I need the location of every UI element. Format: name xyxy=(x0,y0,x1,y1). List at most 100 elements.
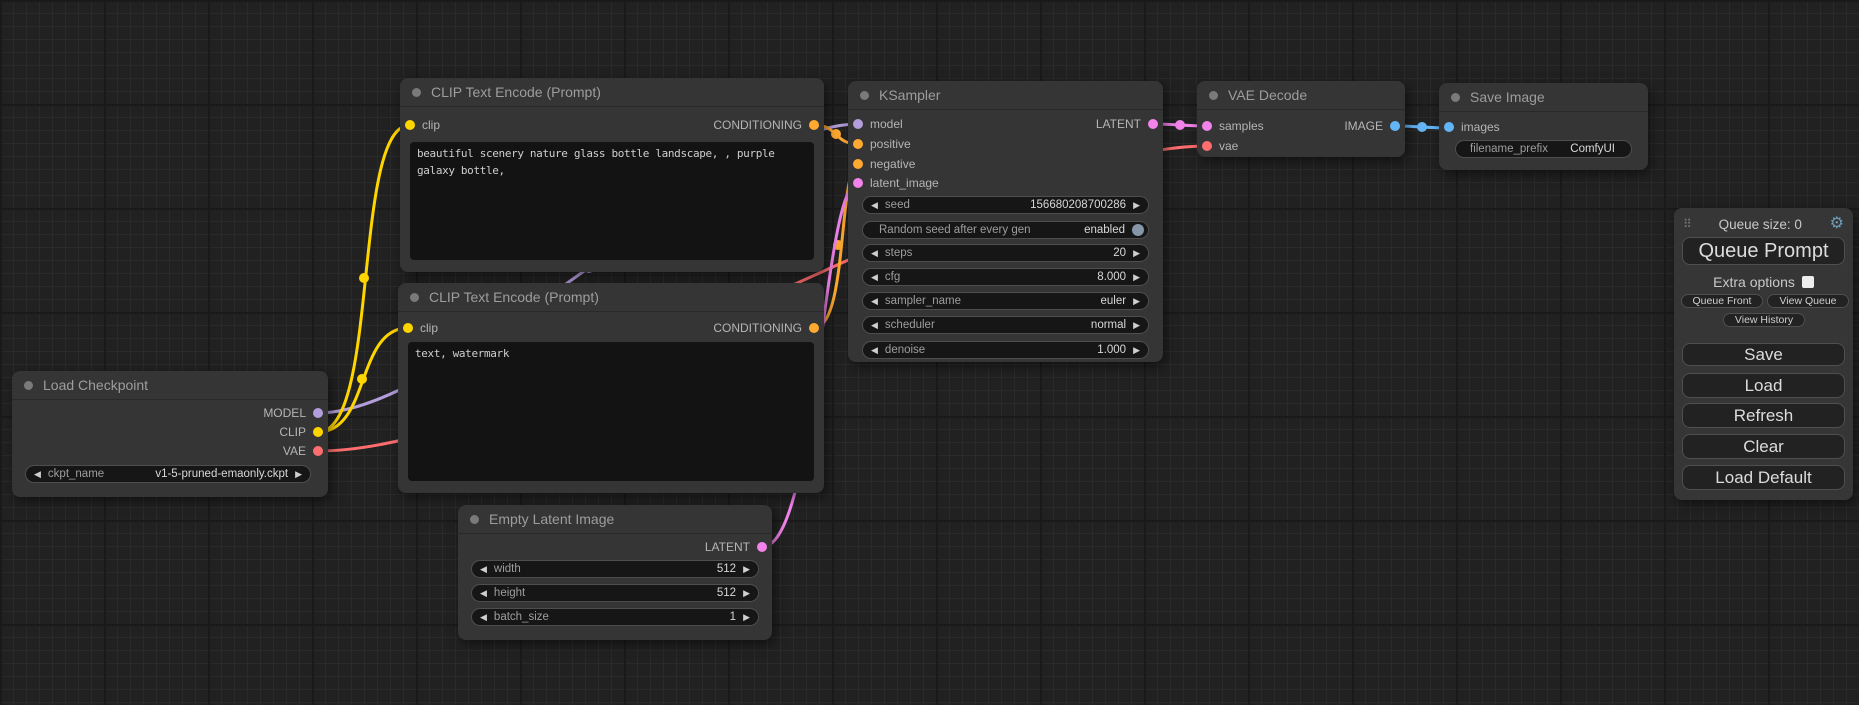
ckpt-name-widget[interactable]: ckpt_name v1-5-pruned-emaonly.ckpt xyxy=(25,465,311,483)
load-default-button[interactable]: Load Default xyxy=(1682,465,1845,490)
positive-prompt-textarea[interactable]: beautiful scenery nature glass bottle la… xyxy=(410,142,814,260)
node-title-bar[interactable]: KSampler xyxy=(848,81,1163,110)
output-vae: VAE xyxy=(283,442,323,460)
save-button[interactable]: Save xyxy=(1682,343,1845,366)
clear-button[interactable]: Clear xyxy=(1682,434,1845,459)
widget-label: Random seed after every gen xyxy=(879,224,1031,236)
node-title-bar[interactable]: Empty Latent Image xyxy=(458,505,772,534)
height-widget[interactable]: height 512 xyxy=(471,584,759,602)
widget-label: filename_prefix xyxy=(1470,143,1548,155)
input-clip: clip xyxy=(403,319,438,337)
latent-port-icon[interactable] xyxy=(757,542,767,552)
seed-widget[interactable]: seed 156680208700286 xyxy=(862,196,1149,214)
view-queue-button[interactable]: View Queue xyxy=(1767,294,1849,308)
clip-port-icon[interactable] xyxy=(403,323,413,333)
random-seed-widget[interactable]: Random seed after every gen enabled xyxy=(862,221,1149,239)
queue-prompt-button[interactable]: Queue Prompt xyxy=(1682,237,1845,265)
negative-prompt-textarea[interactable]: text, watermark xyxy=(408,342,814,481)
decrement-arrow-icon[interactable] xyxy=(871,346,878,355)
vae-port-icon[interactable] xyxy=(313,446,323,456)
node-save-image[interactable]: Save Image images filename_prefix ComfyU… xyxy=(1439,83,1648,170)
width-widget[interactable]: width 512 xyxy=(471,560,759,578)
node-load-checkpoint[interactable]: Load Checkpoint MODEL CLIP VAE ckpt_name… xyxy=(12,371,328,497)
decrement-arrow-icon[interactable] xyxy=(871,321,878,330)
output-clip: CLIP xyxy=(279,423,323,441)
port-label: MODEL xyxy=(263,406,306,420)
vae-port-icon[interactable] xyxy=(1202,141,1212,151)
extra-options-checkbox[interactable] xyxy=(1802,276,1814,288)
extra-options-label: Extra options xyxy=(1713,274,1795,290)
image-port-icon[interactable] xyxy=(1390,121,1400,131)
queue-front-button[interactable]: Queue Front xyxy=(1681,294,1763,308)
steps-widget[interactable]: steps 20 xyxy=(862,244,1149,262)
port-label: vae xyxy=(1219,139,1238,153)
node-title: VAE Decode xyxy=(1228,87,1307,103)
decrement-arrow-icon[interactable] xyxy=(480,565,487,574)
denoise-widget[interactable]: denoise 1.000 xyxy=(862,341,1149,359)
batch-size-widget[interactable]: batch_size 1 xyxy=(471,608,759,626)
node-title-bar[interactable]: CLIP Text Encode (Prompt) xyxy=(400,78,824,107)
clip-port-icon[interactable] xyxy=(405,120,415,130)
latent-port-icon[interactable] xyxy=(1202,121,1212,131)
wire-dot-clip-to-positive xyxy=(359,273,369,283)
node-vae-decode[interactable]: VAE Decode samples vae IMAGE xyxy=(1197,81,1405,157)
conditioning-port-icon[interactable] xyxy=(809,120,819,130)
wire-dot-positive-conditioning xyxy=(831,129,841,139)
increment-arrow-icon[interactable] xyxy=(1133,201,1140,210)
conditioning-port-icon[interactable] xyxy=(809,323,819,333)
decrement-arrow-icon[interactable] xyxy=(871,201,878,210)
image-port-icon[interactable] xyxy=(1444,122,1454,132)
node-title-bar[interactable]: CLIP Text Encode (Prompt) xyxy=(398,283,824,312)
increment-arrow-icon[interactable] xyxy=(743,589,750,598)
node-title: Empty Latent Image xyxy=(489,511,614,527)
latent-port-icon[interactable] xyxy=(1148,119,1158,129)
decrement-arrow-icon[interactable] xyxy=(871,297,878,306)
node-title-bar[interactable]: Load Checkpoint xyxy=(12,371,328,400)
cfg-widget[interactable]: cfg 8.000 xyxy=(862,268,1149,286)
node-title-bar[interactable]: VAE Decode xyxy=(1197,81,1405,110)
port-label: latent_image xyxy=(870,176,939,190)
decrement-arrow-icon[interactable] xyxy=(480,589,487,598)
increment-arrow-icon[interactable] xyxy=(1133,297,1140,306)
filename-prefix-widget[interactable]: filename_prefix ComfyUI xyxy=(1455,140,1632,158)
increment-arrow-icon[interactable] xyxy=(1133,273,1140,282)
widget-value: enabled xyxy=(1084,224,1125,236)
drag-handle-icon[interactable]: ⠿ xyxy=(1683,217,1691,231)
increment-arrow-icon[interactable] xyxy=(1133,346,1140,355)
clip-port-icon[interactable] xyxy=(313,427,323,437)
toggle-icon[interactable] xyxy=(1132,224,1144,236)
increment-arrow-icon[interactable] xyxy=(1133,321,1140,330)
widget-label: batch_size xyxy=(494,611,549,623)
model-port-icon[interactable] xyxy=(853,119,863,129)
sampler-name-widget[interactable]: sampler_name euler xyxy=(862,292,1149,310)
node-status-dot-icon xyxy=(24,381,33,390)
increment-arrow-icon[interactable] xyxy=(743,565,750,574)
load-button[interactable]: Load xyxy=(1682,373,1845,398)
view-history-button[interactable]: View History xyxy=(1723,313,1805,327)
node-title-bar[interactable]: Save Image xyxy=(1439,83,1648,112)
node-ksampler[interactable]: KSampler model positive negative latent_… xyxy=(848,81,1163,362)
decrement-arrow-icon[interactable] xyxy=(480,613,487,622)
decrement-arrow-icon[interactable] xyxy=(34,470,41,479)
graph-canvas[interactable]: Load Checkpoint MODEL CLIP VAE ckpt_name… xyxy=(0,0,1859,705)
decrement-arrow-icon[interactable] xyxy=(871,273,878,282)
model-port-icon[interactable] xyxy=(313,408,323,418)
node-title: Load Checkpoint xyxy=(43,377,148,393)
increment-arrow-icon[interactable] xyxy=(295,470,302,479)
decrement-arrow-icon[interactable] xyxy=(871,249,878,258)
increment-arrow-icon[interactable] xyxy=(1133,249,1140,258)
increment-arrow-icon[interactable] xyxy=(743,613,750,622)
widget-value: ComfyUI xyxy=(1570,143,1615,155)
node-clip-text-encode-negative[interactable]: CLIP Text Encode (Prompt) clip CONDITION… xyxy=(398,283,824,493)
input-latent-image: latent_image xyxy=(853,174,939,192)
conditioning-port-icon[interactable] xyxy=(853,159,863,169)
wire-dot-sampled-latent xyxy=(1175,120,1185,130)
node-clip-text-encode-positive[interactable]: CLIP Text Encode (Prompt) clip CONDITION… xyxy=(400,78,824,272)
conditioning-port-icon[interactable] xyxy=(853,139,863,149)
scheduler-widget[interactable]: scheduler normal xyxy=(862,316,1149,334)
node-empty-latent-image[interactable]: Empty Latent Image LATENT width 512 heig… xyxy=(458,505,772,640)
refresh-button[interactable]: Refresh xyxy=(1682,403,1845,428)
queue-menu-panel: ⠿ Queue size: 0 ⚙ Queue Prompt Extra opt… xyxy=(1674,208,1853,500)
settings-gear-icon[interactable]: ⚙ xyxy=(1830,216,1844,232)
latent-port-icon[interactable] xyxy=(853,178,863,188)
